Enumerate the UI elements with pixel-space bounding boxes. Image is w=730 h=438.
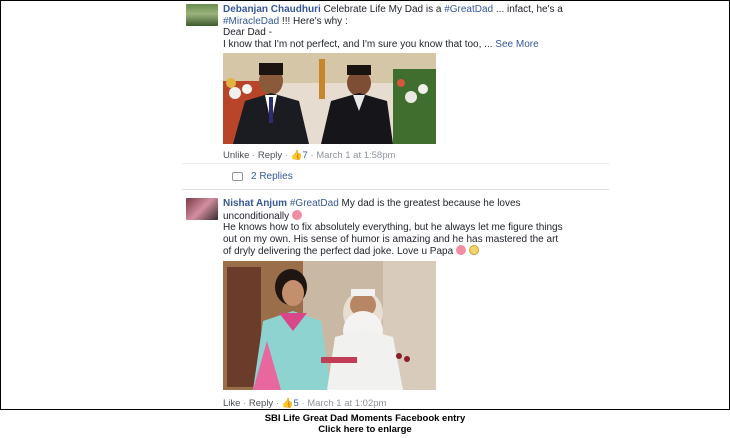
image-caption: SBI Life Great Dad Moments Facebook entr… — [0, 413, 730, 435]
comment-body: Debanjan Chaudhuri Celebrate Life My Dad… — [223, 4, 603, 50]
like-count-icon[interactable]: 👍 — [282, 398, 294, 409]
comment: Debanjan Chaudhuri Celebrate Life My Dad… — [182, 1, 609, 190]
caption-title: SBI Life Great Dad Moments Facebook entr… — [264, 413, 466, 424]
comment-line: out on my own. His sense of humor is ama… — [223, 233, 559, 245]
unlike-link[interactable]: Unlike — [223, 150, 249, 161]
avatar[interactable] — [186, 198, 218, 220]
author-name[interactable]: Debanjan Chaudhuri — [223, 4, 321, 15]
comment-photo[interactable] — [223, 261, 436, 390]
comment-actions: Like · Reply · 👍5 · March 1 at 1:02pm — [223, 398, 387, 409]
reply-link[interactable]: Reply — [249, 398, 273, 409]
author-name[interactable]: Nishat Anjum — [223, 198, 287, 209]
comment-line: unconditionally — [223, 209, 603, 223]
replies-bar[interactable]: 2 Replies — [182, 163, 609, 190]
comment: Nishat Anjum #GreatDad My dad is the gre… — [182, 190, 609, 409]
like-count[interactable]: 5 — [293, 398, 298, 409]
hashtag[interactable]: #MiracleDad — [223, 16, 279, 27]
screenshot-frame: Debanjan Chaudhuri Celebrate Life My Dad… — [0, 0, 730, 410]
comment-line: He knows how to fix absolutely everythin… — [223, 222, 563, 233]
heart-emoji-icon — [291, 209, 302, 220]
comment-actions: Unlike · Reply · 👍7 · March 1 at 1:58pm — [223, 150, 396, 161]
reply-bubble-icon — [232, 172, 243, 181]
replies-link[interactable]: 2 Replies — [251, 171, 293, 182]
like-count[interactable]: 7 — [302, 150, 307, 161]
comment-line: #MiracleDad !!! Here's why : — [223, 15, 348, 27]
like-count-icon[interactable]: 👍 — [291, 150, 303, 161]
comment-body: Nishat Anjum #GreatDad My dad is the gre… — [223, 198, 603, 258]
smiley-emoji-icon — [468, 245, 479, 255]
comment-line: of dryly delivering the perfect dad joke… — [223, 245, 603, 258]
hashtag[interactable]: #GreatDad — [290, 198, 339, 209]
reply-link[interactable]: Reply — [258, 150, 282, 161]
comment-line: I know that I'm not perfect, and I'm sur… — [223, 38, 539, 50]
comment-line: Nishat Anjum #GreatDad My dad is the gre… — [223, 198, 521, 209]
avatar[interactable] — [186, 4, 218, 26]
hashtag[interactable]: #GreatDad — [444, 4, 493, 15]
timestamp[interactable]: March 1 at 1:58pm — [316, 150, 395, 161]
like-link[interactable]: Like — [223, 398, 240, 409]
enlarge-link[interactable]: Click here to enlarge — [0, 424, 730, 435]
comment-line: Dear Dad - — [223, 27, 272, 38]
comment-photo[interactable] — [223, 53, 436, 144]
comment-feed: Debanjan Chaudhuri Celebrate Life My Dad… — [182, 1, 609, 409]
heart-emoji-icon — [455, 245, 466, 255]
see-more-link[interactable]: See More — [495, 39, 538, 50]
timestamp[interactable]: March 1 at 1:02pm — [307, 398, 386, 409]
comment-line: Debanjan Chaudhuri Celebrate Life My Dad… — [223, 4, 563, 15]
